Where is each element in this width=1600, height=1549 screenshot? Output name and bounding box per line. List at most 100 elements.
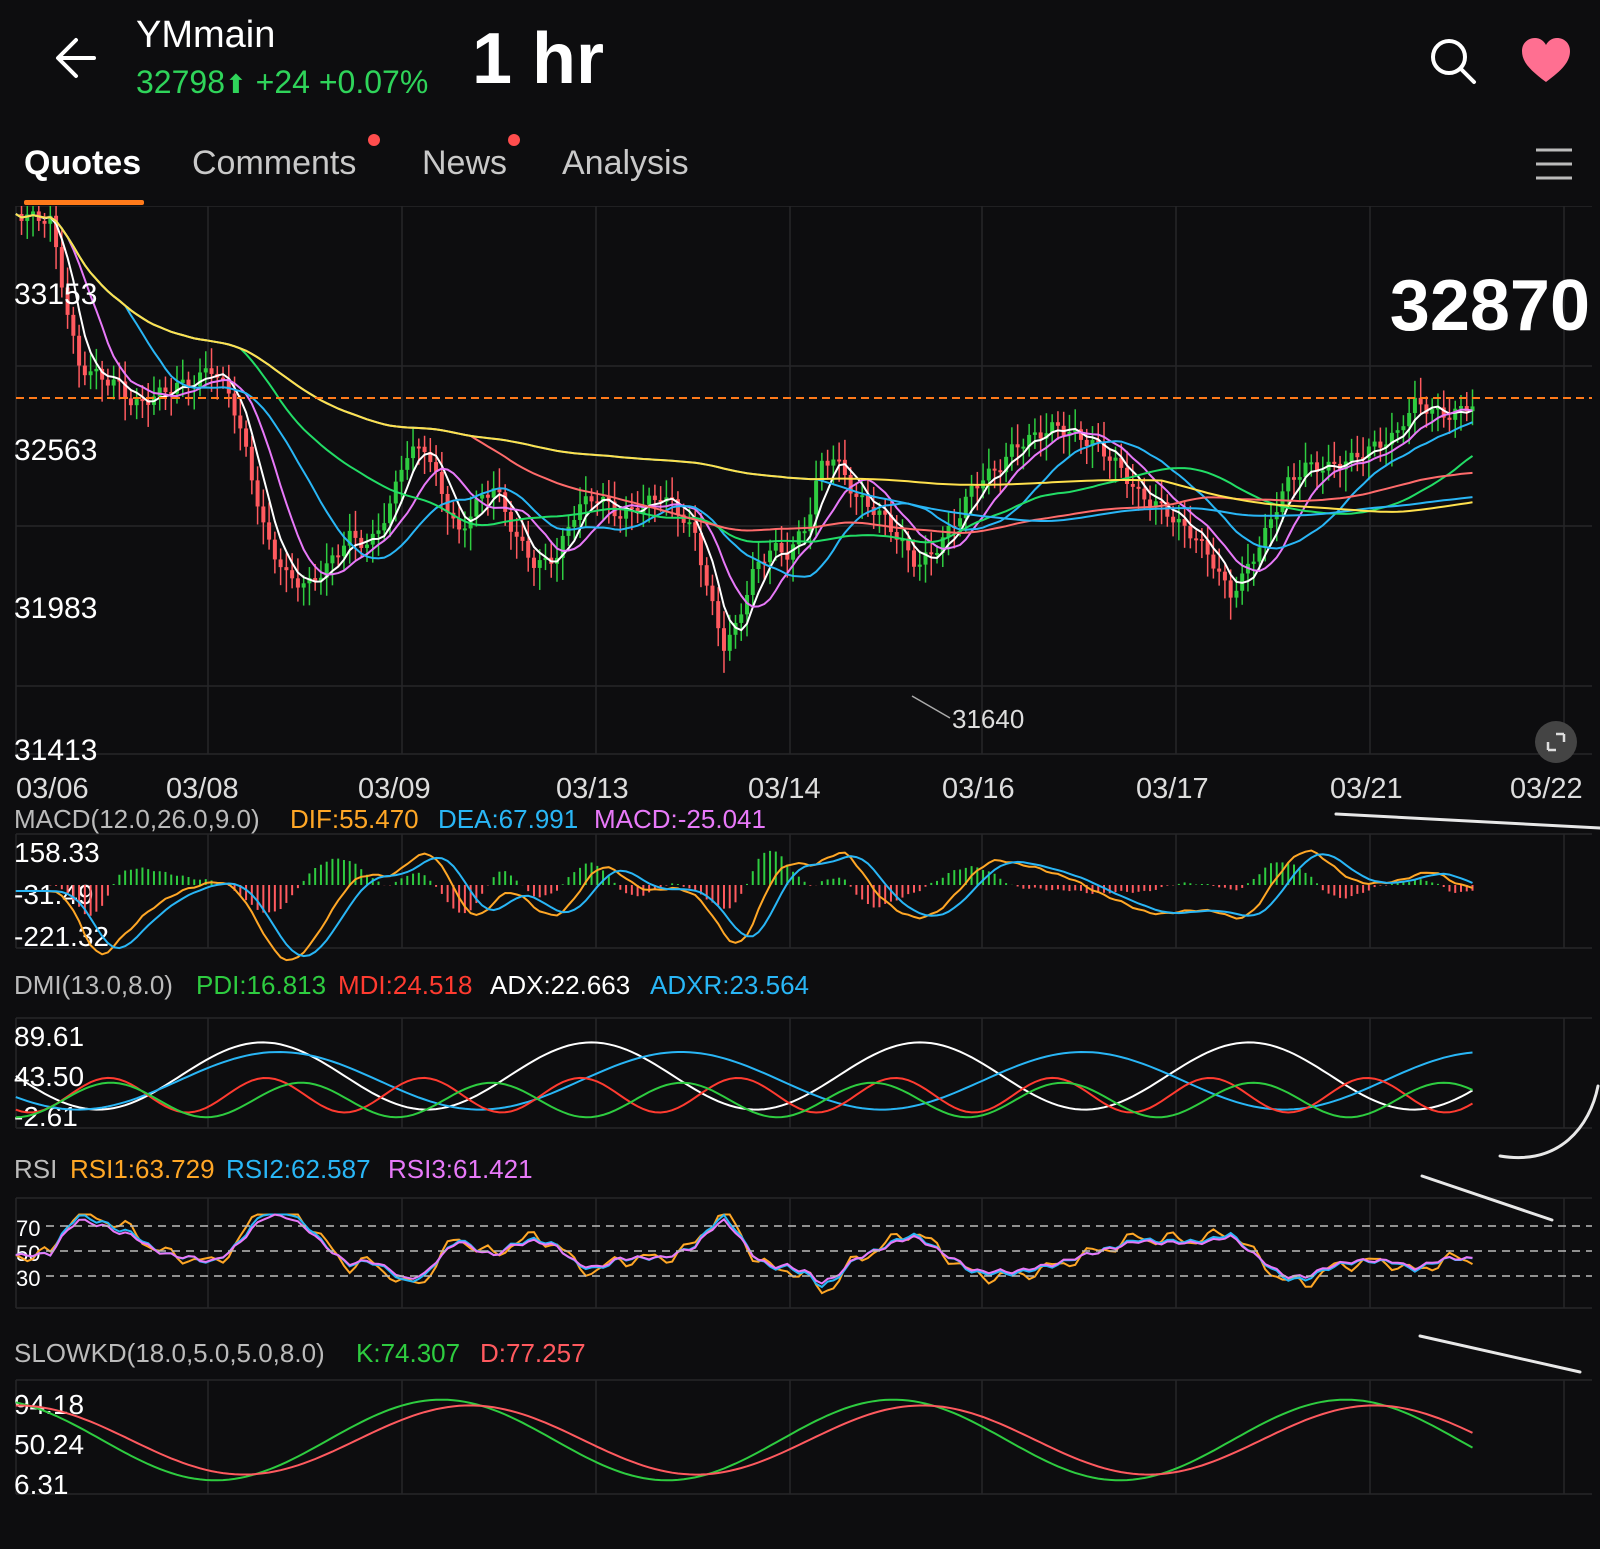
candle-body xyxy=(1257,547,1262,562)
candle-body xyxy=(1125,467,1130,485)
date-label: 03/09 xyxy=(358,773,431,805)
news-notification-dot xyxy=(508,134,520,146)
candle-body xyxy=(295,578,300,588)
candle-body xyxy=(411,446,416,459)
active-tab-indicator xyxy=(24,200,144,205)
candle-body xyxy=(1320,470,1325,473)
macd-legend: MACD(12.0,26.0,9.0) DIF:55.470 DEA:67.99… xyxy=(14,804,766,834)
candle-body xyxy=(704,565,709,586)
dmi-pdi-line xyxy=(15,1081,1473,1119)
charts-area[interactable]: 33153 32563 31983 31413 32870 31640 03/0… xyxy=(0,206,1600,1549)
candle-body xyxy=(1136,486,1141,489)
candle-body xyxy=(526,540,531,558)
candle-body xyxy=(1009,444,1014,457)
candle-body xyxy=(94,368,99,372)
dmi-pdi: PDI:16.813 xyxy=(196,970,326,1000)
low-pointer-line xyxy=(911,695,951,719)
back-arrow-icon[interactable] xyxy=(50,30,106,86)
candle-body xyxy=(462,528,467,531)
search-icon[interactable] xyxy=(1428,36,1478,86)
menu-icon[interactable] xyxy=(1534,146,1574,182)
tab-analysis[interactable]: Analysis xyxy=(562,144,689,183)
candle-body xyxy=(911,550,916,567)
rsi-1: RSI1:63.729 xyxy=(70,1154,215,1184)
candle-body xyxy=(353,530,358,538)
candle-body xyxy=(238,415,243,429)
candle-body xyxy=(520,536,525,541)
candle-body xyxy=(261,506,266,523)
candle-body xyxy=(88,371,93,376)
candle-body xyxy=(1176,518,1181,523)
candle-body xyxy=(163,387,168,393)
candle-body xyxy=(739,614,744,623)
date-label: 03/06 xyxy=(16,773,89,805)
candle-body xyxy=(439,471,444,494)
candle-body xyxy=(405,458,410,470)
candle-body xyxy=(399,469,404,482)
dmi-tick-1: 89.61 xyxy=(14,1021,84,1052)
candle-body xyxy=(336,555,341,558)
price-change-pct: +0.07% xyxy=(318,64,429,100)
candle-body xyxy=(917,564,922,567)
candle-body xyxy=(301,583,306,588)
candle-body xyxy=(969,485,974,497)
expand-icon[interactable] xyxy=(1535,721,1577,763)
date-label: 03/21 xyxy=(1330,773,1403,805)
price-quote: 32798⬆ +24 +0.07% xyxy=(136,64,428,101)
candle-body xyxy=(232,393,237,416)
candle-body xyxy=(422,446,427,453)
candle-body xyxy=(1222,571,1227,581)
candle-body xyxy=(998,470,1003,473)
tab-bar: Quotes Comments News Analysis xyxy=(0,130,1600,206)
candle-body xyxy=(1286,477,1291,492)
candle-body xyxy=(779,543,784,553)
candle-body xyxy=(341,545,346,557)
candle-body xyxy=(877,510,882,515)
candle-body xyxy=(710,585,715,602)
candle-body xyxy=(105,379,110,386)
candle-body xyxy=(687,522,692,525)
date-label: 03/17 xyxy=(1136,773,1209,805)
tab-comments[interactable]: Comments xyxy=(192,144,356,183)
y-tick-3: 31983 xyxy=(14,592,97,625)
interval-label[interactable]: 1 hr xyxy=(472,18,604,100)
rsi-legend: RSI RSI1:63.729 RSI2:62.587 RSI3:61.421 xyxy=(14,1154,533,1184)
rsi-tick-30: 30 xyxy=(16,1266,40,1291)
comments-notification-dot xyxy=(368,134,380,146)
candle-body xyxy=(854,493,859,497)
kd-panel xyxy=(15,1398,1473,1482)
macd-dea: DEA:67.991 xyxy=(438,804,578,834)
candle-body xyxy=(935,553,940,556)
candle-body xyxy=(986,468,991,481)
low-annotation: 31640 xyxy=(952,704,1024,734)
candle-body xyxy=(1188,525,1193,539)
favorite-heart-icon[interactable] xyxy=(1520,36,1572,84)
candle-body xyxy=(756,561,761,570)
candle-body xyxy=(474,498,479,517)
date-label: 03/08 xyxy=(166,773,239,805)
tab-quotes[interactable]: Quotes xyxy=(24,144,141,183)
price-change: +24 xyxy=(255,64,310,100)
candle-body xyxy=(531,557,536,568)
candle-body xyxy=(1194,538,1199,541)
rsi-panel xyxy=(15,1213,1592,1295)
date-label: 03/16 xyxy=(942,773,1015,805)
candle-body xyxy=(727,634,732,651)
candle-body xyxy=(1021,446,1026,449)
candle-body xyxy=(652,495,657,501)
candle-body xyxy=(1263,527,1268,548)
kd-d: D:77.257 xyxy=(480,1338,586,1368)
macd-tick-1: 158.33 xyxy=(14,837,100,868)
symbol-name: YMmain xyxy=(136,14,276,56)
date-label: 03/14 xyxy=(748,773,821,805)
candle-body xyxy=(1113,457,1118,461)
candle-body xyxy=(1199,539,1204,542)
tab-news[interactable]: News xyxy=(422,144,507,183)
candle-body xyxy=(975,485,980,489)
candle-body xyxy=(842,459,847,476)
candle-body xyxy=(1148,499,1153,507)
candle-body xyxy=(71,314,76,336)
candle-body xyxy=(111,379,116,386)
candle-body xyxy=(416,446,421,449)
dmi-tick-2: 43.50 xyxy=(14,1061,84,1092)
